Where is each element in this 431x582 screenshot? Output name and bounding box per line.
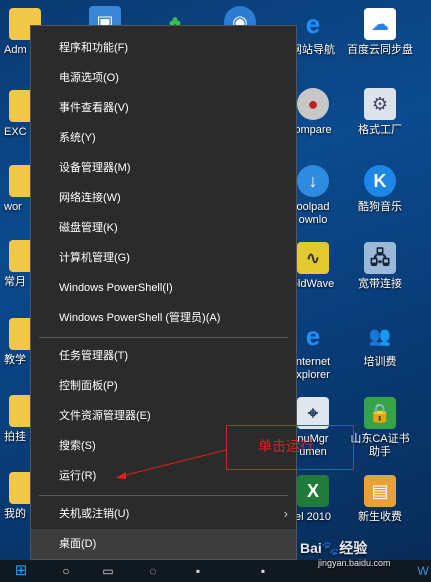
- paw-icon: 🐾: [321, 540, 340, 556]
- search-icon[interactable]: ○: [58, 563, 74, 579]
- app-icon[interactable]: ▪: [255, 563, 271, 579]
- task-view-icon[interactable]: ▭: [100, 563, 116, 579]
- annotation-arrow: [116, 449, 227, 479]
- watermark-url: jingyan.baidu.com: [318, 558, 391, 568]
- word-icon[interactable]: W: [415, 563, 431, 579]
- app-icon[interactable]: ▪: [190, 563, 206, 579]
- app-icon[interactable]: ◌: [145, 563, 161, 579]
- watermark-brand: Bai: [300, 540, 322, 556]
- baidu-watermark: Bai🐾经验 jingyan.baidu.com: [300, 538, 391, 568]
- windows-start-icon[interactable]: ⊞: [10, 563, 32, 579]
- watermark-brand2: 经验: [339, 540, 368, 556]
